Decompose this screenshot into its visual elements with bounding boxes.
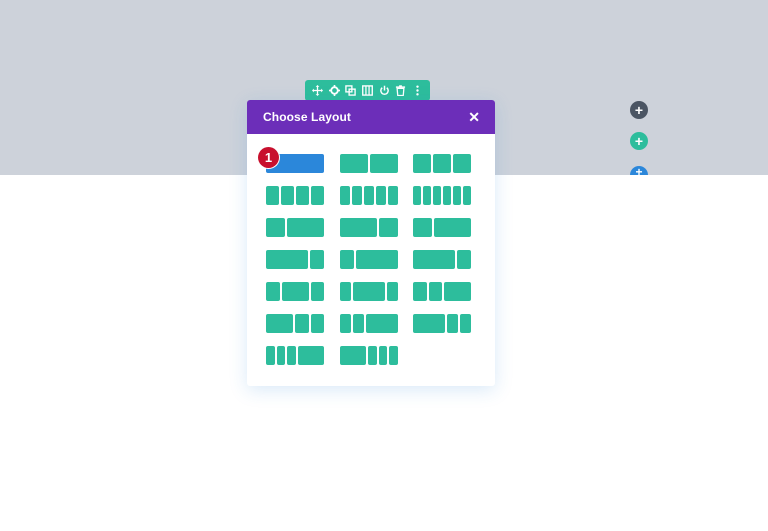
layout-option[interactable] bbox=[340, 346, 398, 365]
layout-column-block bbox=[370, 154, 398, 173]
layout-column-block bbox=[389, 346, 398, 365]
layout-column-block bbox=[310, 314, 324, 333]
layout-column-block bbox=[340, 250, 354, 269]
layout-option[interactable] bbox=[340, 250, 398, 269]
layout-column-block bbox=[376, 186, 386, 205]
layout-option[interactable] bbox=[413, 218, 471, 237]
add-section-button[interactable]: + bbox=[630, 101, 648, 119]
layout-column-block bbox=[340, 314, 351, 333]
layout-column-block bbox=[443, 186, 451, 205]
layout-option[interactable] bbox=[266, 314, 324, 333]
step-badge: 1 bbox=[258, 147, 279, 168]
layout-column-block bbox=[444, 282, 471, 301]
layout-option[interactable] bbox=[340, 218, 398, 237]
layout-option[interactable] bbox=[266, 282, 324, 301]
layout-column-block bbox=[266, 346, 275, 365]
layout-column-block bbox=[352, 282, 386, 301]
layout-column-block bbox=[365, 314, 398, 333]
plus-icon: + bbox=[635, 166, 643, 175]
layout-option[interactable] bbox=[340, 314, 398, 333]
layout-column-block bbox=[287, 346, 296, 365]
layout-column-block bbox=[266, 314, 293, 333]
layout-option[interactable] bbox=[266, 250, 324, 269]
layout-column-block bbox=[413, 218, 432, 237]
row-toolbar bbox=[305, 80, 430, 101]
choose-layout-modal: Choose Layout ✕ bbox=[247, 100, 495, 386]
layout-option[interactable] bbox=[266, 218, 324, 237]
layout-option[interactable] bbox=[266, 346, 324, 365]
layout-column-block bbox=[266, 186, 279, 205]
layout-column-block bbox=[340, 282, 351, 301]
plus-icon: + bbox=[634, 133, 644, 149]
layout-column-block bbox=[413, 282, 427, 301]
layout-column-block bbox=[433, 154, 451, 173]
columns-icon[interactable] bbox=[360, 84, 374, 98]
close-icon[interactable]: ✕ bbox=[468, 110, 480, 124]
layout-column-block bbox=[310, 250, 324, 269]
layout-column-block bbox=[340, 346, 366, 365]
modal-header: Choose Layout ✕ bbox=[247, 100, 495, 134]
layout-column-block bbox=[413, 250, 455, 269]
layout-option[interactable] bbox=[413, 186, 471, 205]
layout-column-block bbox=[378, 346, 388, 365]
layout-column-block bbox=[428, 282, 442, 301]
layout-column-block bbox=[276, 346, 286, 365]
layout-column-block bbox=[281, 186, 294, 205]
layout-column-block bbox=[266, 218, 285, 237]
layout-option[interactable] bbox=[413, 282, 471, 301]
trash-icon[interactable] bbox=[394, 84, 408, 98]
layout-option[interactable] bbox=[266, 186, 324, 205]
layout-option[interactable] bbox=[413, 250, 471, 269]
layout-column-block bbox=[311, 186, 324, 205]
layout-column-block bbox=[286, 218, 324, 237]
layout-column-block bbox=[453, 154, 471, 173]
layout-column-block bbox=[340, 218, 378, 237]
layout-column-block bbox=[388, 186, 398, 205]
layout-column-block bbox=[368, 346, 377, 365]
duplicate-icon[interactable] bbox=[344, 84, 358, 98]
layout-column-block bbox=[297, 346, 324, 365]
layout-column-block bbox=[460, 314, 471, 333]
layout-column-block bbox=[266, 250, 308, 269]
layout-column-block bbox=[433, 186, 441, 205]
layout-option[interactable] bbox=[340, 154, 398, 173]
add-row-button[interactable]: + bbox=[630, 132, 648, 150]
more-icon[interactable] bbox=[411, 84, 425, 98]
layout-column-block bbox=[413, 154, 431, 173]
layout-column-block bbox=[379, 218, 398, 237]
layout-column-block bbox=[447, 314, 459, 333]
layout-option[interactable] bbox=[413, 314, 471, 333]
plus-icon: + bbox=[634, 102, 644, 118]
layout-option[interactable] bbox=[413, 154, 471, 173]
modal-title: Choose Layout bbox=[263, 110, 351, 124]
layout-column-block bbox=[433, 218, 471, 237]
layout-column-block bbox=[463, 186, 471, 205]
gear-icon[interactable] bbox=[327, 84, 341, 98]
power-icon[interactable] bbox=[377, 84, 391, 98]
layout-column-block bbox=[281, 282, 309, 301]
move-icon[interactable] bbox=[310, 84, 324, 98]
layout-column-block bbox=[457, 250, 471, 269]
layout-column-block bbox=[352, 314, 364, 333]
layout-column-block bbox=[266, 282, 280, 301]
layout-column-block bbox=[413, 314, 446, 333]
layout-column-block bbox=[364, 186, 374, 205]
layout-column-block bbox=[356, 250, 398, 269]
layout-column-block bbox=[310, 282, 324, 301]
layout-column-block bbox=[423, 186, 431, 205]
layout-column-block bbox=[340, 186, 350, 205]
layout-column-block bbox=[295, 314, 309, 333]
layout-option[interactable] bbox=[340, 186, 398, 205]
layout-column-block bbox=[413, 186, 421, 205]
layout-column-block bbox=[453, 186, 461, 205]
layout-column-block bbox=[387, 282, 398, 301]
layout-column-block bbox=[296, 186, 309, 205]
layout-column-block bbox=[340, 154, 368, 173]
layout-column-block bbox=[352, 186, 362, 205]
layout-option[interactable] bbox=[340, 282, 398, 301]
